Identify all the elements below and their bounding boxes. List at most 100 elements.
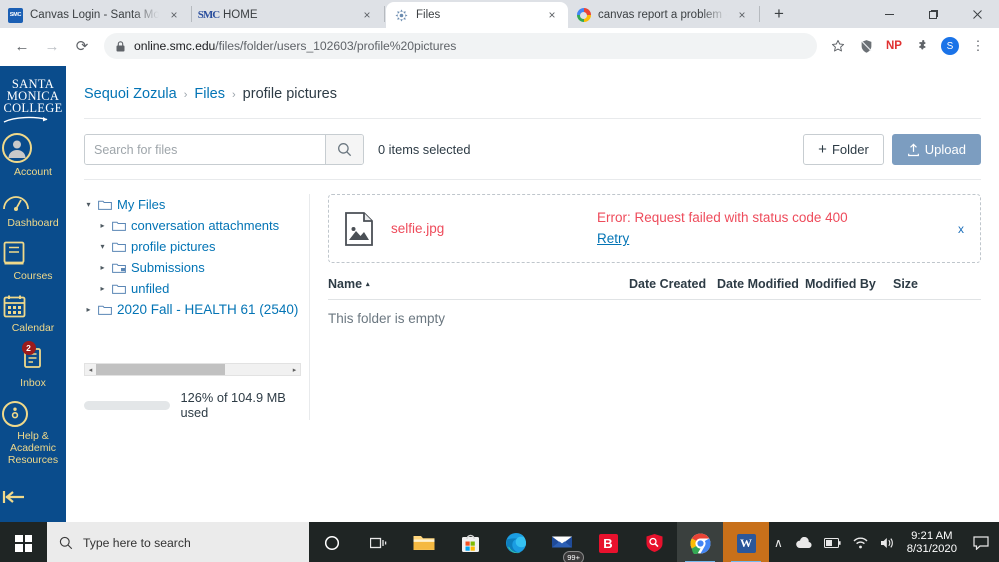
sidebar-item-courses[interactable]: Courses — [0, 234, 66, 287]
search-icon[interactable] — [325, 135, 363, 164]
window-close-button[interactable] — [955, 0, 999, 28]
scroll-left-icon[interactable]: ◂ — [85, 366, 96, 374]
browser-tab-2[interactable]: Files × — [386, 2, 568, 28]
microsoft-edge-icon[interactable] — [493, 522, 539, 562]
task-view-icon[interactable] — [355, 522, 401, 562]
smc-square-icon: SMC — [8, 7, 23, 23]
tree-item-unfiled[interactable]: ▸ unfiled — [84, 278, 301, 299]
tree-item-conversation-attachments[interactable]: ▸ conversation attachments — [84, 215, 301, 236]
empty-folder-message: This folder is empty — [328, 311, 446, 326]
browser-tab-0[interactable]: SMC Canvas Login - Santa Monica Col × — [0, 2, 190, 28]
sidebar-item-help[interactable]: Help & Academic Resources — [0, 394, 66, 471]
selection-count: 0 items selected — [378, 142, 471, 157]
files-table: Name ▴ Date Created Date Modified Modifi… — [328, 277, 981, 326]
forward-icon[interactable]: → — [38, 32, 66, 60]
add-folder-button[interactable]: + Folder — [803, 134, 884, 165]
extensions-puzzle-icon[interactable] — [909, 33, 935, 59]
chevron-right-icon[interactable]: ▸ — [84, 305, 93, 314]
shield-icon[interactable] — [853, 33, 879, 59]
microsoft-word-icon[interactable]: W — [723, 522, 769, 562]
np-extension-icon[interactable]: NP — [881, 33, 907, 59]
search-input[interactable] — [85, 135, 325, 164]
volume-icon[interactable] — [880, 537, 895, 549]
tree-item-my-files[interactable]: ▾ My Files — [84, 194, 301, 215]
sidebar-item-account[interactable]: Account — [0, 126, 66, 183]
sidebar-item-calendar[interactable]: Calendar — [0, 287, 66, 339]
browser-tab-1[interactable]: SMC HOME × — [193, 2, 383, 28]
file-explorer-icon[interactable] — [401, 522, 447, 562]
tab-close-icon[interactable]: × — [544, 7, 560, 23]
breadcrumb-separator: › — [183, 89, 188, 101]
reload-icon[interactable]: ⟳ — [68, 32, 96, 60]
back-icon[interactable]: ← — [8, 32, 36, 60]
upload-button[interactable]: Upload — [891, 134, 981, 165]
tab-title: HOME — [223, 9, 258, 21]
profile-avatar[interactable]: S — [937, 33, 963, 59]
scroll-right-icon[interactable]: ▸ — [289, 366, 300, 374]
column-header-date-created[interactable]: Date Created — [629, 277, 717, 291]
sidebar-item-dashboard[interactable]: Dashboard — [0, 183, 66, 234]
files-toolbar: 0 items selected + Folder Upload — [84, 119, 981, 180]
taskbar-search-box[interactable]: Type here to search — [47, 522, 309, 562]
chevron-right-icon[interactable]: ▸ — [98, 263, 107, 272]
column-header-date-modified[interactable]: Date Modified — [717, 277, 805, 291]
folder-icon — [98, 304, 112, 315]
column-header-size[interactable]: Size — [893, 277, 981, 291]
upload-error-panel: selfie.jpg Error: Request failed with st… — [328, 194, 981, 263]
security-shield-icon[interactable] — [631, 522, 677, 562]
files-body: ▾ My Files ▸ conversation attachments ▾ … — [84, 180, 981, 420]
chrome-menu-icon[interactable]: ⋮ — [965, 33, 991, 59]
window-maximize-button[interactable] — [911, 0, 955, 28]
bitdefender-b-icon[interactable]: B — [585, 522, 631, 562]
tree-item-profile-pictures[interactable]: ▾ profile pictures — [84, 236, 301, 257]
wifi-icon[interactable] — [853, 537, 868, 549]
dismiss-error-button[interactable]: x — [952, 222, 964, 236]
storage-quota-label: 126% of 104.9 MB used — [180, 390, 286, 420]
google-chrome-icon[interactable] — [677, 522, 723, 562]
bookmark-star-icon[interactable] — [825, 33, 851, 59]
tray-chevron-up-icon[interactable]: ∧ — [774, 536, 783, 550]
new-tab-button[interactable]: + — [765, 0, 793, 28]
sidebar-item-label: Courses — [13, 270, 53, 282]
folder-icon — [98, 199, 112, 210]
breadcrumb-files-link[interactable]: Files — [194, 86, 225, 102]
tab-close-icon[interactable]: × — [359, 7, 375, 23]
smc-logo: SANTA MONICA COLLEGE — [3, 72, 62, 126]
nav-collapse-button[interactable] — [0, 488, 66, 506]
chevron-down-icon[interactable]: ▾ — [98, 242, 107, 251]
taskbar-clock[interactable]: 9:21 AM 8/31/2020 — [907, 530, 957, 556]
microsoft-store-icon[interactable] — [447, 522, 493, 562]
scrollbar-thumb[interactable] — [96, 364, 226, 375]
retry-link[interactable]: Retry — [597, 231, 629, 246]
tree-item-label: unfiled — [131, 281, 170, 296]
breadcrumb-user-link[interactable]: Sequoi Zozula — [84, 86, 177, 102]
tree-item-submissions[interactable]: ▸ Submissions — [84, 257, 301, 278]
chevron-right-icon[interactable]: ▸ — [98, 221, 107, 230]
upload-error-filename: selfie.jpg — [391, 221, 445, 236]
sidebar-item-inbox[interactable]: 2 Inbox — [0, 339, 66, 394]
scrollbar-track[interactable] — [96, 363, 289, 376]
mail-icon[interactable]: 99+ — [539, 522, 585, 562]
tree-horizontal-scrollbar[interactable]: ◂ ▸ — [84, 363, 301, 376]
battery-icon[interactable] — [823, 538, 841, 548]
column-header-name[interactable]: Name ▴ — [328, 277, 629, 291]
column-header-modified-by[interactable]: Modified By — [805, 277, 893, 291]
plus-icon: + — [818, 141, 827, 158]
search-icon — [59, 536, 73, 550]
cortana-icon[interactable] — [309, 522, 355, 562]
notification-icon[interactable] — [969, 536, 989, 550]
mail-badge: 99+ — [563, 551, 584, 562]
onedrive-cloud-icon[interactable] — [795, 537, 812, 549]
tree-item-course-folder[interactable]: ▸ 2020 Fall - HEALTH 61 (2540) [1..] — [84, 299, 301, 320]
browser-tab-3[interactable]: canvas report a problem - Googl × — [568, 2, 758, 28]
windows-logo-icon[interactable] — [0, 522, 47, 562]
tab-close-icon[interactable]: × — [734, 7, 750, 23]
toolbar-actions: + Folder Upload — [803, 134, 981, 165]
tab-title: Files — [416, 9, 441, 21]
chevron-right-icon[interactable]: ▸ — [98, 284, 107, 293]
tab-close-icon[interactable]: × — [166, 7, 182, 23]
search-box[interactable] — [84, 134, 364, 165]
address-bar[interactable]: online.smc.edu/files/folder/users_102603… — [104, 33, 817, 59]
window-minimize-button[interactable] — [867, 0, 911, 28]
chevron-down-icon[interactable]: ▾ — [84, 200, 93, 209]
